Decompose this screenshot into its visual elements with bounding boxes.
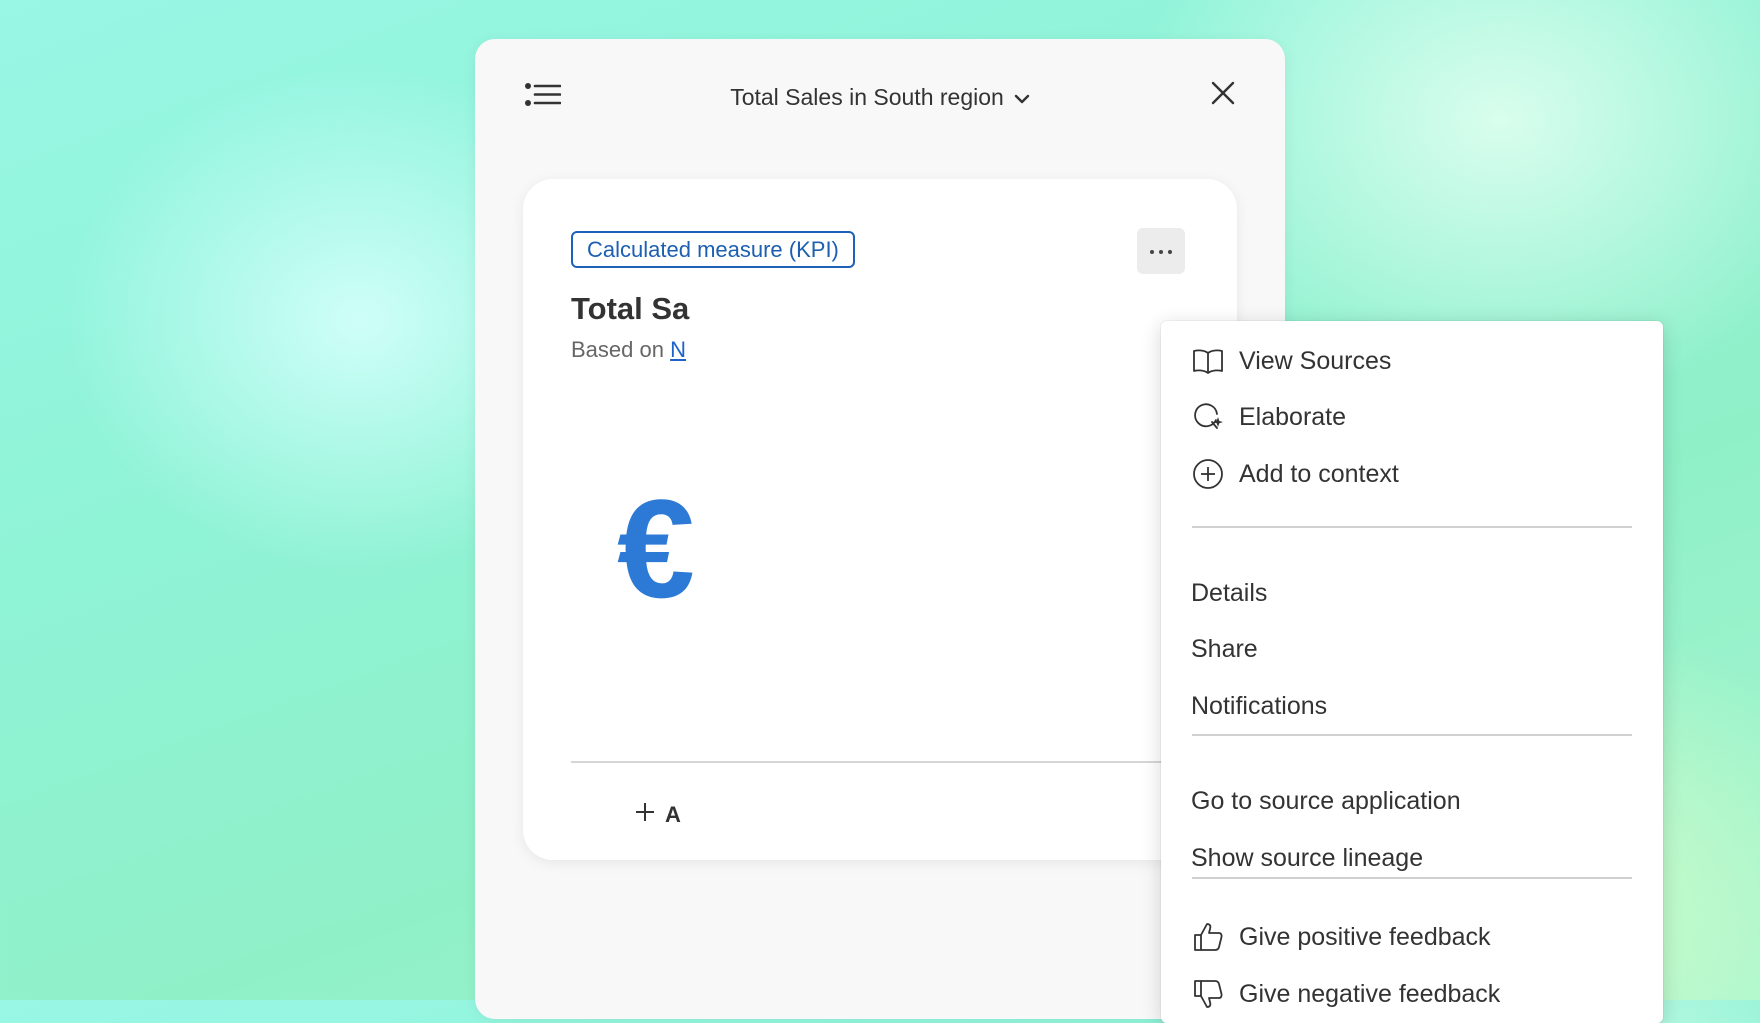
kpi-card: Calculated measure (KPI) Total Sa Based … <box>523 179 1237 860</box>
menu-item-label: Share <box>1191 634 1258 663</box>
menu-item-label: Details <box>1191 578 1268 607</box>
thumbs-up-icon <box>1191 920 1225 954</box>
menu-item-negative-feedback[interactable]: Give negative feedback <box>1191 968 1500 1020</box>
menu-item-notifications[interactable]: Notifications <box>1191 680 1327 732</box>
menu-item-details[interactable]: Details <box>1191 567 1267 619</box>
menu-item-label: Notifications <box>1191 691 1328 720</box>
menu-item-label: Elaborate <box>1239 402 1347 431</box>
card-divider <box>571 761 1191 763</box>
kpi-currency-symbol: € <box>617 470 695 627</box>
plus-icon <box>635 802 655 828</box>
menu-item-add-to-context[interactable]: Add to context <box>1191 448 1399 500</box>
menu-item-label: View Sources <box>1239 346 1392 375</box>
kpi-title: Total Sa <box>571 291 690 326</box>
kpi-subtitle: Based on N <box>571 337 686 363</box>
book-icon <box>1191 344 1225 378</box>
chat-panel: Total Sales in South region Calculated m… <box>475 39 1663 1023</box>
menu-item-view-sources[interactable]: View Sources <box>1191 335 1391 387</box>
source-link[interactable]: N <box>670 337 686 362</box>
more-horizontal-icon <box>1149 242 1173 260</box>
menu-item-label: Give positive feedback <box>1239 922 1491 951</box>
more-options-button[interactable] <box>1137 228 1185 274</box>
menu-divider <box>1192 734 1632 736</box>
menu-item-elaborate[interactable]: Elaborate <box>1191 391 1346 443</box>
menu-item-label: Give negative feedback <box>1239 979 1501 1008</box>
subtitle-prefix: Based on <box>571 337 664 362</box>
plus-circle-icon <box>1191 457 1225 491</box>
menu-item-share[interactable]: Share <box>1191 623 1258 675</box>
add-button[interactable]: A <box>635 799 681 831</box>
close-button[interactable] <box>1201 73 1245 117</box>
menu-item-label: Go to source application <box>1191 786 1461 815</box>
kpi-type-badge: Calculated measure (KPI) <box>571 231 855 268</box>
menu-item-label: Add to context <box>1239 459 1399 488</box>
close-icon <box>1210 80 1236 111</box>
menu-item-label: Show source lineage <box>1191 843 1424 872</box>
chevron-down-icon <box>1014 84 1030 111</box>
add-button-label: A <box>665 802 681 827</box>
thumbs-down-icon <box>1191 977 1225 1011</box>
menu-divider <box>1192 526 1632 528</box>
menu-item-go-to-source[interactable]: Go to source application <box>1191 775 1461 827</box>
magnifier-sparkle-icon <box>1191 400 1225 434</box>
conversation-title-dropdown[interactable]: Total Sales in South region <box>475 79 1285 115</box>
menu-item-positive-feedback[interactable]: Give positive feedback <box>1191 911 1491 963</box>
conversation-title: Total Sales in South region <box>730 83 1004 110</box>
options-menu: View Sources Elaborate Add to context De… <box>1161 321 1663 1023</box>
menu-divider <box>1192 877 1632 879</box>
